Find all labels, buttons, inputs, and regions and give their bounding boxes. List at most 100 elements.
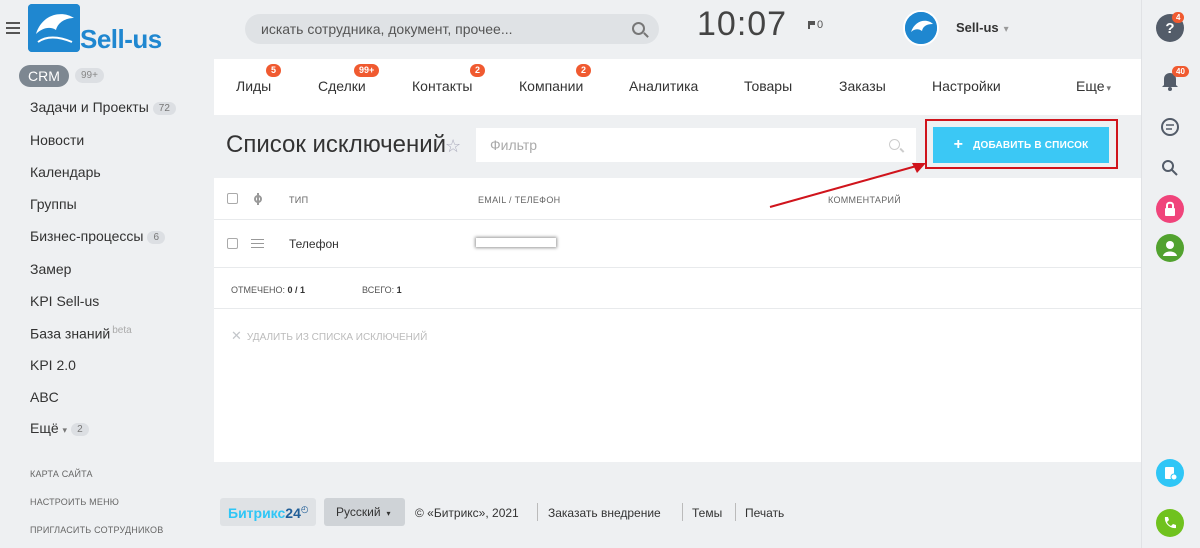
invite-users-link[interactable]: ПРИГЛАСИТЬ СОТРУДНИКОВ	[30, 525, 163, 535]
close-icon: ✕	[231, 328, 242, 343]
action-label: УДАЛИТЬ ИЗ СПИСКА ИСКЛЮЧЕНИЙ	[246, 332, 428, 343]
sidebar-item-crm[interactable]: CRM	[19, 65, 69, 87]
beta-label: beta	[112, 325, 132, 336]
user-name: Sell-us	[956, 20, 999, 35]
sidebar-item-knowledge[interactable]: База знаний beta	[30, 325, 132, 342]
add-to-list-button[interactable]: + ДОБАВИТЬ В СПИСОК	[933, 127, 1109, 163]
tab-more[interactable]: Еще ▾	[1076, 78, 1111, 94]
chevron-down-icon: ▾	[386, 509, 391, 518]
menu-burger-icon[interactable]	[6, 22, 20, 34]
language-label: Русский	[336, 505, 381, 519]
gear-icon[interactable]	[252, 193, 264, 205]
chevron-down-icon: ▾	[1003, 24, 1009, 35]
sidebar-item-more[interactable]: Ещё ▾ 2	[30, 420, 89, 436]
tab-label: Сделки	[318, 78, 366, 94]
tab-analytics[interactable]: Аналитика	[629, 78, 698, 94]
user-menu[interactable]: Sell-us ▾	[956, 20, 1009, 35]
documents-icon[interactable]	[1156, 459, 1184, 487]
tab-label: Аналитика	[629, 78, 699, 94]
search-input[interactable]: искать сотрудника, документ, прочее...	[245, 14, 659, 44]
right-rail: ? 4 40	[1141, 0, 1200, 548]
lock-icon[interactable]	[1156, 195, 1184, 223]
total-count: ВСЕГО: 1	[362, 285, 402, 295]
counter-badge: 2	[576, 64, 592, 77]
sidebar-item-groups[interactable]: Группы	[30, 196, 77, 212]
order-implementation-link[interactable]: Заказать внедрение	[548, 506, 661, 520]
sitemap-link[interactable]: КАРТА САЙТА	[30, 469, 93, 479]
tab-orders[interactable]: Заказы	[839, 78, 886, 94]
search-icon[interactable]	[632, 22, 645, 35]
tab-companies[interactable]: Компании 2	[519, 64, 592, 94]
tab-leads[interactable]: Лиды 5	[236, 64, 282, 94]
delete-from-list-action[interactable]: ✕ УДАЛИТЬ ИЗ СПИСКА ИСКЛЮЧЕНИЙ	[231, 328, 427, 344]
row-checkbox[interactable]	[227, 238, 238, 249]
copyright: © «Битрикс», 2021	[415, 506, 519, 520]
sidebar-item-label: Календарь	[30, 164, 101, 180]
phone-icon[interactable]	[1156, 509, 1184, 537]
sidebar-item-label: Бизнес-процессы	[30, 228, 144, 244]
counter-badge: 99+	[354, 64, 380, 77]
sidebar-item-zamer[interactable]: Замер	[30, 261, 71, 277]
sidebar-item-kpi2[interactable]: KPI 2.0	[30, 357, 76, 373]
exclusions-table: ТИП EMAIL / ТЕЛЕФОН КОММЕНТАРИЙ Телефон …	[214, 178, 1141, 462]
sidebar-item-label: KPI Sell-us	[30, 293, 100, 309]
divider	[537, 503, 538, 521]
language-select[interactable]: Русский ▾	[324, 498, 405, 526]
page-title: Список исключений	[226, 131, 447, 158]
tab-products[interactable]: Товары	[744, 78, 792, 94]
logo-mark-icon	[28, 4, 80, 52]
print-link[interactable]: Печать	[745, 506, 784, 520]
bitrix24-logo[interactable]: Битрикс24◴	[220, 498, 316, 526]
chat-icon[interactable]	[1156, 113, 1184, 141]
cell-contact-redacted	[476, 238, 556, 247]
select-all-checkbox[interactable]	[227, 193, 238, 204]
sidebar-item-label: Замер	[30, 261, 72, 277]
search-placeholder: искать сотрудника, документ, прочее...	[261, 21, 513, 37]
configure-menu-link[interactable]: НАСТРОИТЬ МЕНЮ	[30, 497, 119, 507]
cell-type: Телефон	[289, 237, 339, 251]
sidebar-item-news[interactable]: Новости	[30, 132, 84, 148]
user-icon[interactable]	[1156, 234, 1184, 262]
svg-text:?: ?	[1165, 20, 1174, 37]
sidebar-item-calendar[interactable]: Календарь	[30, 164, 101, 180]
sidebar-item-kpi-sellus[interactable]: KPI Sell-us	[30, 293, 99, 309]
stat-value: 1	[396, 285, 402, 295]
tab-label: Контакты	[412, 78, 473, 94]
counter-badge: 2	[71, 423, 89, 436]
sidebar-item-abc[interactable]: ABC	[30, 389, 59, 405]
avatar[interactable]	[903, 10, 939, 46]
sidebar-item-bizproc[interactable]: Бизнес-процессы 6	[30, 228, 166, 244]
sidebar-item-tasks[interactable]: Задачи и Проекты 72	[30, 99, 176, 115]
tab-label: Настройки	[932, 78, 1001, 94]
filter-placeholder: Фильтр	[490, 137, 538, 153]
tab-deals[interactable]: Сделки 99+	[318, 64, 380, 94]
counter-badge: 72	[152, 102, 176, 115]
sidebar-item-label: База знаний	[30, 325, 111, 342]
tab-label: Лиды	[236, 78, 272, 94]
star-icon[interactable]: ☆	[445, 136, 461, 157]
tab-contacts[interactable]: Контакты 2	[412, 64, 486, 94]
table-header: ТИП EMAIL / ТЕЛЕФОН КОММЕНТАРИЙ	[214, 178, 1141, 220]
annotation-arrow	[769, 163, 926, 208]
search-icon[interactable]	[889, 139, 900, 150]
divider	[682, 503, 683, 521]
search-icon[interactable]	[1156, 154, 1184, 182]
logo[interactable]: Sell-us	[28, 4, 192, 54]
sidebar-item-label: Задачи и Проекты	[30, 99, 149, 115]
notifications-badge: 40	[1172, 66, 1189, 77]
flag-counter[interactable]: 0	[808, 19, 823, 31]
table-row[interactable]: Телефон	[214, 221, 1141, 268]
divider	[735, 503, 736, 521]
column-contact[interactable]: EMAIL / ТЕЛЕФОН	[478, 195, 560, 205]
column-type[interactable]: ТИП	[289, 195, 308, 205]
crm-count-badge: 99+	[75, 68, 104, 83]
clock[interactable]: 10:07	[697, 5, 787, 44]
counter-badge: 2	[470, 64, 486, 77]
tab-label: Товары	[744, 78, 793, 94]
themes-link[interactable]: Темы	[692, 506, 722, 520]
sidebar-item-label: KPI 2.0	[30, 357, 76, 373]
sidebar-item-label: Группы	[30, 196, 77, 212]
tab-settings[interactable]: Настройки	[932, 78, 1001, 94]
sidebar-item-label: Новости	[30, 132, 85, 148]
drag-handle-icon[interactable]	[251, 239, 264, 248]
